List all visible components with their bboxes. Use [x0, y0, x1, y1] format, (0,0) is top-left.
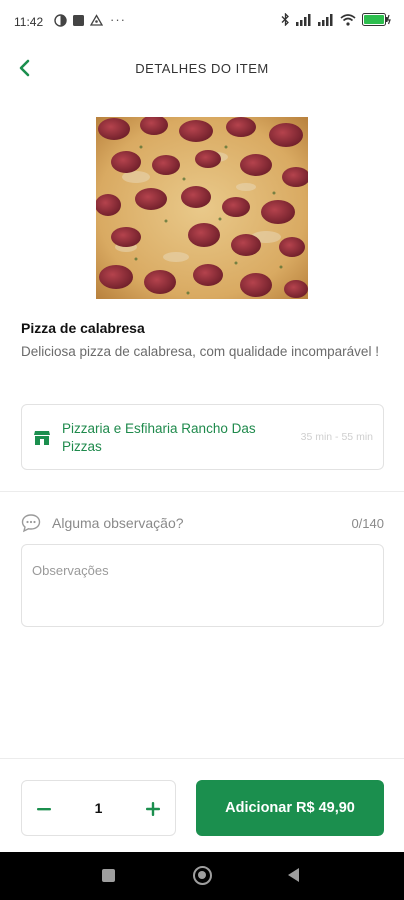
home-icon[interactable]	[193, 866, 212, 885]
add-to-cart-button[interactable]: Adicionar R$ 49,90	[196, 780, 384, 836]
app-square-icon	[73, 15, 84, 26]
item-image	[96, 117, 308, 299]
signal-icon	[318, 13, 333, 26]
footer-divider	[0, 758, 404, 759]
status-time: 11:42	[14, 15, 44, 29]
observation-header: Alguma observação? 0/140	[21, 513, 384, 533]
observation-input[interactable]	[22, 545, 383, 626]
status-bar: 11:42 ···	[0, 0, 404, 46]
page-title: DETALHES DO ITEM	[135, 61, 269, 76]
observation-box	[21, 544, 384, 627]
divider	[0, 491, 404, 492]
back-icon[interactable]	[288, 868, 299, 882]
wifi-icon	[340, 13, 356, 26]
character-counter: 0/140	[351, 516, 384, 531]
store-name: Pizzaria e Esfiharia Rancho Das Pizzas	[62, 421, 256, 454]
item-description: Deliciosa pizza de calabresa, com qualid…	[21, 344, 379, 359]
store-card[interactable]: Pizzaria e Esfiharia Rancho Das Pizzas 3…	[21, 404, 384, 470]
bluetooth-icon	[281, 13, 289, 26]
status-more-icon: ···	[110, 12, 126, 27]
signal-icon	[296, 13, 311, 26]
item-name: Pizza de calabresa	[21, 320, 145, 336]
header: DETALHES DO ITEM	[0, 46, 404, 90]
battery-icon	[362, 13, 391, 26]
chat-bubble-icon	[21, 514, 41, 533]
pizza-photo	[96, 117, 308, 299]
quantity-stepper: 1	[21, 780, 176, 836]
observation-label: Alguma observação?	[52, 515, 184, 531]
navigation-bar	[0, 852, 404, 900]
plus-icon	[146, 802, 160, 816]
store-icon	[34, 431, 50, 445]
drive-icon	[90, 14, 103, 26]
delivery-time: 35 min - 55 min	[300, 431, 373, 443]
increase-button[interactable]	[139, 795, 167, 823]
recent-apps-icon[interactable]	[102, 869, 115, 882]
gmail-icon	[54, 14, 67, 27]
